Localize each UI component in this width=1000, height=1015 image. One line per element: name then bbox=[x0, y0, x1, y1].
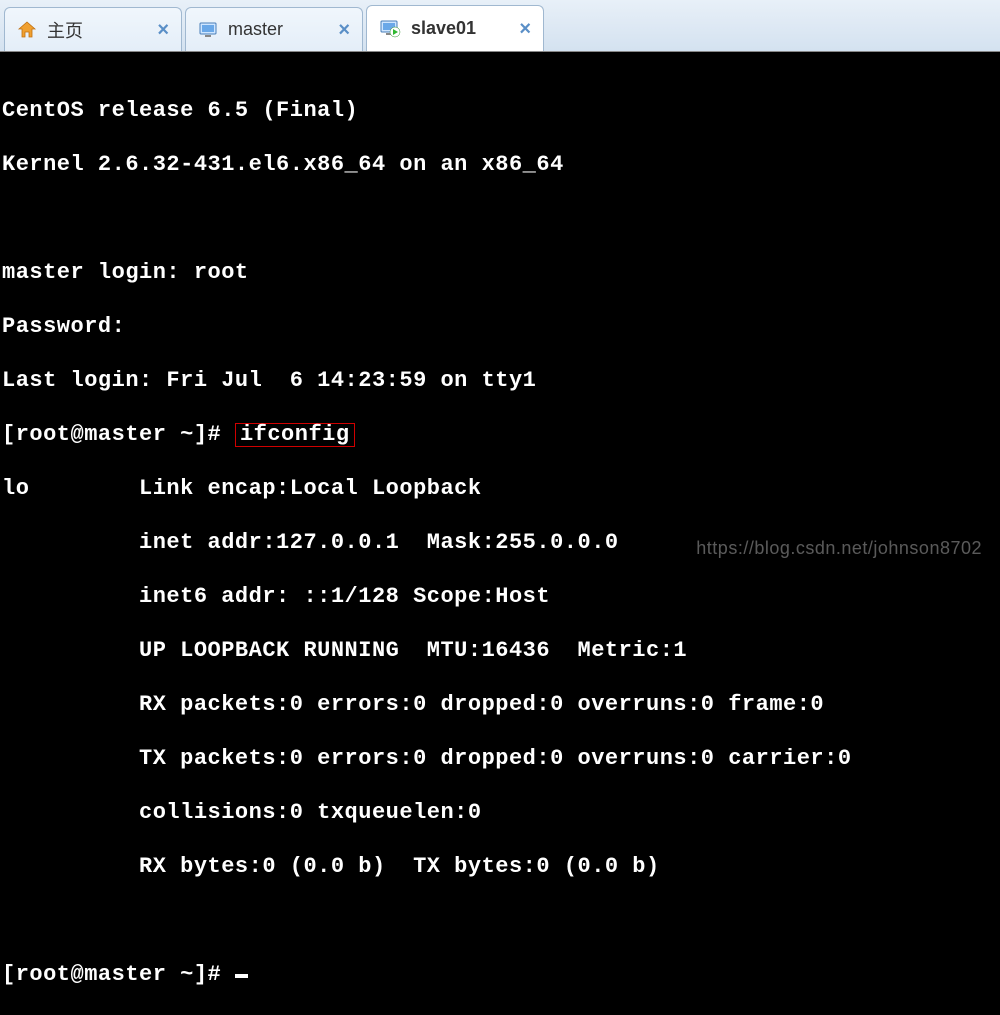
home-icon bbox=[17, 20, 37, 40]
monitor-icon bbox=[198, 21, 218, 39]
tab-master[interactable]: master × bbox=[185, 7, 363, 51]
terminal-line: RX packets:0 errors:0 dropped:0 overruns… bbox=[2, 691, 1000, 718]
terminal-output[interactable]: CentOS release 6.5 (Final) Kernel 2.6.32… bbox=[0, 52, 1000, 1015]
tab-label: master bbox=[228, 19, 326, 40]
close-icon[interactable]: × bbox=[338, 20, 350, 40]
terminal-line: Password: bbox=[2, 313, 1000, 340]
cursor bbox=[235, 974, 248, 978]
tab-bar: 主页 × master × slave01 × bbox=[0, 0, 1000, 52]
terminal-line: TX packets:0 errors:0 dropped:0 overruns… bbox=[2, 745, 1000, 772]
tab-home[interactable]: 主页 × bbox=[4, 7, 182, 51]
terminal-line bbox=[2, 205, 1000, 232]
close-icon[interactable]: × bbox=[157, 20, 169, 40]
monitor-play-icon bbox=[379, 19, 401, 39]
tab-slave01[interactable]: slave01 × bbox=[366, 5, 544, 51]
terminal-line: UP LOOPBACK RUNNING MTU:16436 Metric:1 bbox=[2, 637, 1000, 664]
terminal-line: Kernel 2.6.32-431.el6.x86_64 on an x86_6… bbox=[2, 151, 1000, 178]
terminal-line: RX bytes:0 (0.0 b) TX bytes:0 (0.0 b) bbox=[2, 853, 1000, 880]
tab-label: 主页 bbox=[47, 17, 145, 43]
command-highlight: ifconfig bbox=[235, 423, 355, 447]
terminal-line: master login: root bbox=[2, 259, 1000, 286]
terminal-line bbox=[2, 907, 1000, 934]
terminal-line: lo Link encap:Local Loopback bbox=[2, 475, 1000, 502]
terminal-prompt-line: [root@master ~]# bbox=[2, 961, 1000, 988]
tab-label: slave01 bbox=[411, 18, 507, 39]
terminal-line: inet6 addr: ::1/128 Scope:Host bbox=[2, 583, 1000, 610]
watermark: https://blog.csdn.net/johnson8702 bbox=[696, 538, 982, 559]
prompt-text: [root@master ~]# bbox=[2, 962, 235, 987]
close-icon[interactable]: × bbox=[519, 19, 531, 39]
terminal-prompt-line: [root@master ~]# ifconfig bbox=[2, 421, 1000, 448]
terminal-line: collisions:0 txqueuelen:0 bbox=[2, 799, 1000, 826]
prompt-text: [root@master ~]# bbox=[2, 422, 235, 447]
terminal-line: Last login: Fri Jul 6 14:23:59 on tty1 bbox=[2, 367, 1000, 394]
terminal-line: CentOS release 6.5 (Final) bbox=[2, 97, 1000, 124]
